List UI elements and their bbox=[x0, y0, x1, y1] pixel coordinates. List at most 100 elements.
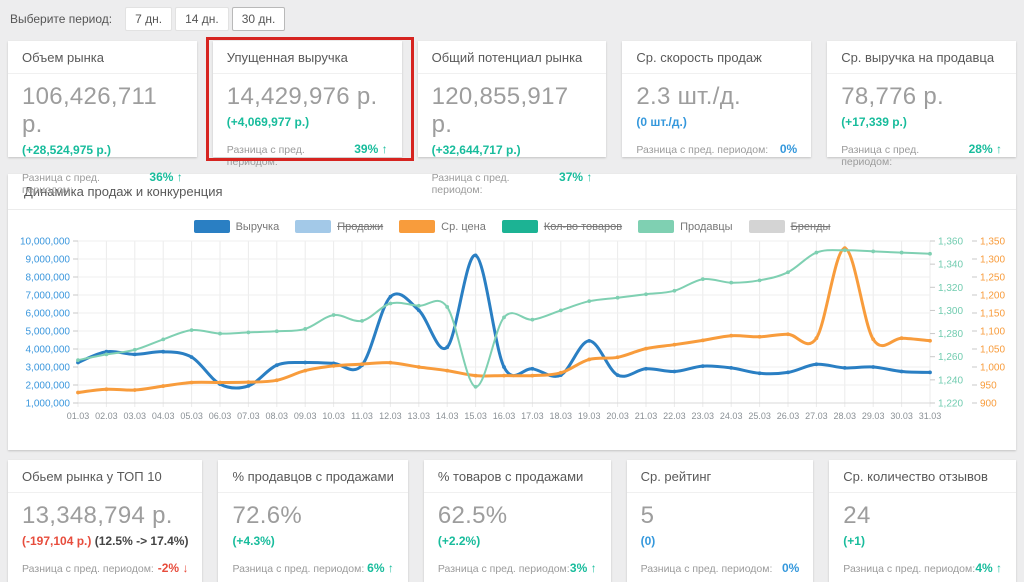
legend-swatch-brands bbox=[749, 220, 785, 233]
svg-text:05.03: 05.03 bbox=[180, 411, 203, 421]
card-note: Разница с пред. периодом: 37% ↑ bbox=[432, 170, 593, 196]
legend-item-products-count[interactable]: Кол-во товаров bbox=[502, 220, 622, 233]
svg-text:1,150: 1,150 bbox=[980, 309, 1005, 320]
svg-text:18.03: 18.03 bbox=[550, 411, 573, 421]
legend-item-sellers[interactable]: Продавцы bbox=[638, 220, 733, 233]
svg-text:1,100: 1,100 bbox=[980, 327, 1005, 338]
svg-text:1,350: 1,350 bbox=[980, 237, 1005, 248]
card-note: Разница с пред. периодом: 36% ↑ bbox=[22, 170, 183, 196]
legend-item-revenue[interactable]: Выручка bbox=[194, 220, 280, 233]
card-body: 72.6% (+4.3%) Разница с пред. периодом: … bbox=[218, 493, 407, 575]
legend-swatch-revenue bbox=[194, 220, 230, 233]
card-value: 2.3 шт./д. bbox=[636, 83, 797, 111]
svg-text:16.03: 16.03 bbox=[493, 411, 516, 421]
stat-card: Ср. выручка на продавца 78,776 р. (+17,3… bbox=[827, 41, 1016, 157]
stat-card: Обьем рынка у ТОП 10 13,348,794 р. (-197… bbox=[8, 460, 202, 582]
svg-text:5,000,000: 5,000,000 bbox=[26, 327, 71, 338]
card-delta: (+28,524,975 р.) bbox=[22, 143, 183, 157]
note-label: Разница с пред. периодом: bbox=[232, 563, 364, 575]
note-label: Разница с пред. периодом: bbox=[841, 144, 968, 168]
legend-swatch-avg-price bbox=[399, 220, 435, 233]
card-title: Упущенная выручка bbox=[213, 41, 402, 74]
svg-text:17.03: 17.03 bbox=[521, 411, 544, 421]
note-label: Разница с пред. периодом: bbox=[227, 144, 354, 168]
card-value: 120,855,917 р. bbox=[432, 83, 593, 139]
card-title: Объем рынка bbox=[8, 41, 197, 74]
svg-text:22.03: 22.03 bbox=[663, 411, 686, 421]
card-delta: (+17,339 р.) bbox=[841, 115, 1002, 129]
stat-card: % продавцов с продажами 72.6% (+4.3%) Ра… bbox=[218, 460, 407, 582]
svg-text:23.03: 23.03 bbox=[692, 411, 715, 421]
svg-text:01.03: 01.03 bbox=[67, 411, 90, 421]
card-title: % товаров с продажами bbox=[424, 460, 611, 493]
card-note: Разница с пред. периодом: 39% ↑ bbox=[227, 142, 388, 168]
svg-text:21.03: 21.03 bbox=[635, 411, 658, 421]
card-delta: (0 шт./д.) bbox=[636, 115, 797, 129]
card-body: 78,776 р. (+17,339 р.) Разница с пред. п… bbox=[827, 74, 1016, 168]
card-body: 120,855,917 р. (+32,644,717 р.) Разница … bbox=[418, 74, 607, 196]
svg-text:1,300: 1,300 bbox=[980, 255, 1005, 266]
legend-swatch-sellers bbox=[638, 220, 674, 233]
pct-value: -2% ↓ bbox=[158, 561, 189, 575]
card-title: Общий потенциал рынка bbox=[418, 41, 607, 74]
stat-card: Объем рынка 106,426,711 р. (+28,524,975 … bbox=[8, 41, 197, 157]
svg-text:8,000,000: 8,000,000 bbox=[26, 273, 71, 284]
card-delta: (+1) bbox=[843, 534, 1002, 548]
svg-text:03.03: 03.03 bbox=[124, 411, 147, 421]
svg-text:14.03: 14.03 bbox=[436, 411, 459, 421]
card-body: 13,348,794 р. (-197,104 р.) (12.5% -> 17… bbox=[8, 493, 202, 575]
legend-item-brands[interactable]: Бренды bbox=[749, 220, 831, 233]
legend-item-avg-price[interactable]: Ср. цена bbox=[399, 220, 486, 233]
card-top10-market-volume: Обьем рынка у ТОП 10 13,348,794 р. (-197… bbox=[8, 460, 202, 582]
note-label: Разница с пред. периодом: bbox=[636, 144, 768, 156]
card-title: Ср. выручка на продавца bbox=[827, 41, 1016, 74]
card-value: 62.5% bbox=[438, 502, 597, 530]
svg-text:06.03: 06.03 bbox=[209, 411, 232, 421]
card-body: 24 (+1) Разница с пред. периодом: 4% ↑ bbox=[829, 493, 1016, 575]
card-delta: (+4.3%) bbox=[232, 534, 393, 548]
pct-value: 36% ↑ bbox=[149, 170, 182, 184]
stat-card: Ср. рейтинг 5 (0) Разница с пред. период… bbox=[627, 460, 814, 582]
trend-up-icon: ↑ bbox=[591, 561, 597, 575]
trend-up-icon: ↑ bbox=[996, 561, 1002, 575]
svg-text:1,240: 1,240 bbox=[938, 375, 963, 386]
svg-text:7,000,000: 7,000,000 bbox=[26, 291, 71, 302]
card-note: Разница с пред. периодом: 0% bbox=[636, 142, 797, 156]
svg-text:07.03: 07.03 bbox=[237, 411, 260, 421]
svg-text:1,260: 1,260 bbox=[938, 352, 963, 363]
legend-item-sales[interactable]: Продажи bbox=[295, 220, 383, 233]
period-button-7d[interactable]: 7 дн. bbox=[125, 7, 172, 31]
svg-text:10.03: 10.03 bbox=[322, 411, 345, 421]
svg-text:27.03: 27.03 bbox=[805, 411, 828, 421]
bottom-cards-row: Обьем рынка у ТОП 10 13,348,794 р. (-197… bbox=[8, 460, 1016, 582]
card-value: 5 bbox=[641, 502, 800, 530]
svg-text:6,000,000: 6,000,000 bbox=[26, 309, 71, 320]
trend-up-icon: ↑ bbox=[586, 170, 592, 184]
card-title: % продавцов с продажами bbox=[218, 460, 407, 493]
card-body: 62.5% (+2.2%) Разница с пред. периодом: … bbox=[424, 493, 611, 575]
svg-text:1,300: 1,300 bbox=[938, 306, 963, 317]
card-value: 13,348,794 р. bbox=[22, 502, 188, 530]
stat-card: % товаров с продажами 62.5% (+2.2%) Разн… bbox=[424, 460, 611, 582]
note-label: Разница с пред. периодом: bbox=[641, 563, 773, 575]
period-button-14d[interactable]: 14 дн. bbox=[175, 7, 229, 31]
card-delta: (-197,104 р.) (12.5% -> 17.4%) bbox=[22, 534, 188, 548]
card-title: Ср. количество отзывов bbox=[829, 460, 1016, 493]
card-avg-sales-speed: Ср. скорость продаж 2.3 шт./д. (0 шт./д.… bbox=[622, 41, 811, 157]
card-body: 14,429,976 р. (+4,069,977 р.) Разница с … bbox=[213, 74, 402, 168]
svg-text:4,000,000: 4,000,000 bbox=[26, 345, 71, 356]
svg-text:20.03: 20.03 bbox=[606, 411, 629, 421]
svg-text:28.03: 28.03 bbox=[834, 411, 857, 421]
card-body: 106,426,711 р. (+28,524,975 р.) Разница … bbox=[8, 74, 197, 196]
card-delta: (+2.2%) bbox=[438, 534, 597, 548]
card-value: 72.6% bbox=[232, 502, 393, 530]
svg-text:19.03: 19.03 bbox=[578, 411, 601, 421]
card-note: Разница с пред. периодом: -2% ↓ bbox=[22, 561, 188, 575]
svg-text:1,320: 1,320 bbox=[938, 283, 963, 294]
legend-swatch-sales bbox=[295, 220, 331, 233]
period-button-30d[interactable]: 30 дн. bbox=[232, 7, 286, 31]
svg-text:1,280: 1,280 bbox=[938, 329, 963, 340]
svg-text:950: 950 bbox=[980, 381, 997, 392]
card-avg-rating: Ср. рейтинг 5 (0) Разница с пред. период… bbox=[627, 460, 814, 582]
stat-card: Общий потенциал рынка 120,855,917 р. (+3… bbox=[418, 41, 607, 157]
